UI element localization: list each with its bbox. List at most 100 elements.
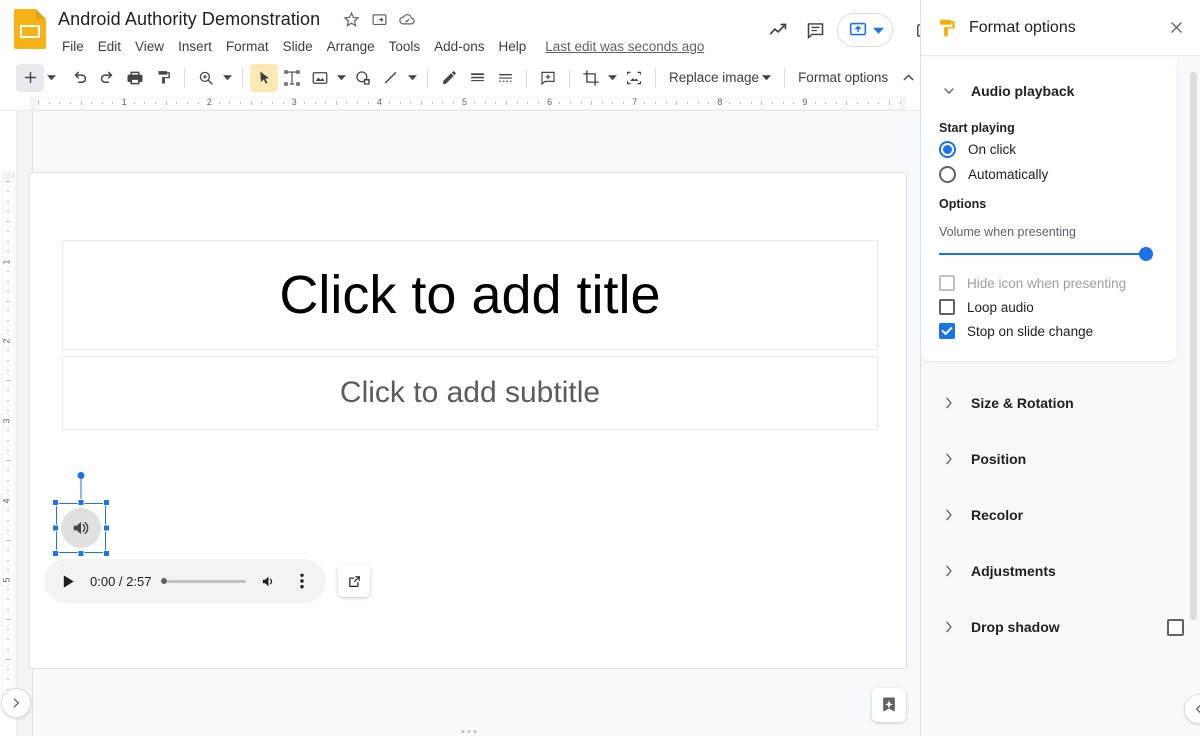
section-position[interactable]: Position [921, 431, 1200, 487]
resize-handle-ne[interactable] [103, 499, 110, 506]
title-placeholder[interactable]: Click to add title [62, 240, 878, 350]
paint-format-icon[interactable] [149, 64, 177, 92]
activity-trend-icon[interactable] [761, 12, 797, 48]
replace-image-label: Replace image [669, 70, 759, 85]
collapse-toolbar-icon[interactable] [894, 64, 922, 92]
subtitle-placeholder[interactable]: Click to add subtitle [62, 356, 878, 430]
redo-icon[interactable] [93, 64, 121, 92]
panel-scrollbar[interactable] [1190, 72, 1197, 620]
explore-button[interactable] [872, 688, 906, 722]
resize-handle-n[interactable] [78, 499, 85, 506]
star-icon[interactable] [339, 7, 363, 31]
menu-insert[interactable]: Insert [171, 36, 219, 57]
cloud-saved-icon[interactable] [395, 7, 419, 31]
crop-icon[interactable] [577, 64, 605, 92]
chevron-right-icon [939, 563, 959, 579]
section-recolor[interactable]: Recolor [921, 487, 1200, 543]
select-tool-icon[interactable] [250, 64, 278, 92]
checkbox-loop-audio[interactable]: Loop audio [921, 295, 1177, 319]
zoom-dropdown-icon[interactable] [220, 64, 235, 92]
vertical-ruler[interactable]: 12345 [0, 111, 16, 721]
checkbox-hide-icon-input [939, 275, 955, 291]
checkbox-loop-audio-label: Loop audio [967, 300, 1034, 315]
zoom-icon[interactable] [192, 64, 220, 92]
format-options-button[interactable]: Format options [792, 64, 894, 92]
radio-on-click-input[interactable] [939, 141, 956, 158]
play-button[interactable] [56, 569, 80, 593]
last-edit-status[interactable]: Last edit was seconds ago [545, 39, 704, 54]
horizontal-ruler[interactable]: 123456789 [0, 95, 920, 111]
rotation-handle[interactable] [78, 472, 85, 479]
line-weight-icon[interactable] [463, 64, 491, 92]
audio-object-selected[interactable] [56, 503, 106, 553]
radio-automatically[interactable]: Automatically [921, 162, 1177, 187]
present-to-meeting-button[interactable] [837, 13, 893, 47]
resize-handle-sw[interactable] [52, 550, 59, 557]
menu-edit[interactable]: Edit [91, 36, 128, 57]
more-options-icon[interactable] [290, 569, 314, 593]
audio-playback-section-header[interactable]: Audio playback [921, 71, 1177, 111]
insert-image-icon[interactable] [306, 64, 334, 92]
volume-slider[interactable] [921, 239, 1177, 265]
section-adjustments[interactable]: Adjustments [921, 543, 1200, 599]
panel-body[interactable]: Audio playback Start playing On click Au… [921, 57, 1200, 736]
document-title[interactable]: Android Authority Demonstration [55, 8, 323, 31]
resize-grip[interactable] [461, 730, 476, 733]
panel-header: Format options [921, 0, 1200, 56]
print-icon[interactable] [121, 64, 149, 92]
title-placeholder-text: Click to add title [279, 264, 660, 326]
checkbox-drop-shadow[interactable] [1167, 619, 1184, 636]
close-panel-icon[interactable] [1160, 12, 1192, 44]
volume-slider-thumb[interactable] [1139, 247, 1153, 261]
audio-playback-title: Audio playback [971, 83, 1074, 99]
section-drop-shadow[interactable]: Drop shadow [921, 599, 1200, 655]
line-dash-icon[interactable] [491, 64, 519, 92]
menu-addons[interactable]: Add-ons [427, 36, 491, 57]
menu-view[interactable]: View [128, 36, 171, 57]
undo-icon[interactable] [65, 64, 93, 92]
new-slide-icon[interactable] [16, 64, 44, 92]
text-box-icon[interactable] [278, 64, 306, 92]
checkbox-stop-on-slide-change[interactable]: Stop on slide change [921, 319, 1177, 343]
mask-image-icon[interactable] [620, 64, 648, 92]
resize-handle-se[interactable] [103, 550, 110, 557]
resize-handle-s[interactable] [78, 550, 85, 557]
menu-slide[interactable]: Slide [276, 36, 320, 57]
slide-canvas[interactable]: Click to add title Click to add subtitle [29, 172, 907, 669]
open-in-new-icon[interactable] [338, 565, 370, 597]
menu-help[interactable]: Help [491, 36, 533, 57]
resize-handle-w[interactable] [52, 525, 59, 532]
menu-tools[interactable]: Tools [382, 36, 428, 57]
checkbox-loop-audio-input[interactable] [939, 299, 955, 315]
resize-handle-nw[interactable] [52, 499, 59, 506]
menu-format[interactable]: Format [219, 36, 276, 57]
section-size-rotation[interactable]: Size & Rotation [921, 375, 1200, 431]
comment-icon[interactable] [797, 12, 833, 48]
volume-on-icon[interactable] [256, 569, 280, 593]
radio-on-click[interactable]: On click [921, 137, 1177, 162]
menu-arrange[interactable]: Arrange [320, 36, 382, 57]
chevron-down-icon [939, 83, 959, 99]
slides-logo-icon [14, 9, 46, 49]
move-to-folder-icon[interactable] [367, 7, 391, 31]
new-slide-dropdown-icon[interactable] [44, 64, 59, 92]
editor-area: Click to add title Click to add subtitle [16, 111, 920, 736]
resize-handle-e[interactable] [103, 525, 110, 532]
checkbox-stop-on-slide-change-input[interactable] [939, 323, 955, 339]
insert-image-dropdown-icon[interactable] [334, 64, 349, 92]
add-comment-icon[interactable] [534, 64, 562, 92]
line-dropdown-icon[interactable] [405, 64, 420, 92]
replace-image-button[interactable]: Replace image [663, 64, 777, 92]
section-size-rotation-label: Size & Rotation [971, 395, 1184, 411]
audio-progress-slider[interactable] [161, 572, 246, 590]
section-position-label: Position [971, 451, 1184, 467]
audio-player: 0:00 / 2:57 [44, 559, 326, 603]
menu-file[interactable]: File [55, 36, 91, 57]
expand-filmstrip-button[interactable] [1, 688, 31, 718]
radio-automatically-input[interactable] [939, 166, 956, 183]
chevron-right-icon [939, 619, 959, 635]
pen-icon[interactable] [435, 64, 463, 92]
line-icon[interactable] [377, 64, 405, 92]
crop-dropdown-icon[interactable] [605, 64, 620, 92]
shape-icon[interactable] [349, 64, 377, 92]
